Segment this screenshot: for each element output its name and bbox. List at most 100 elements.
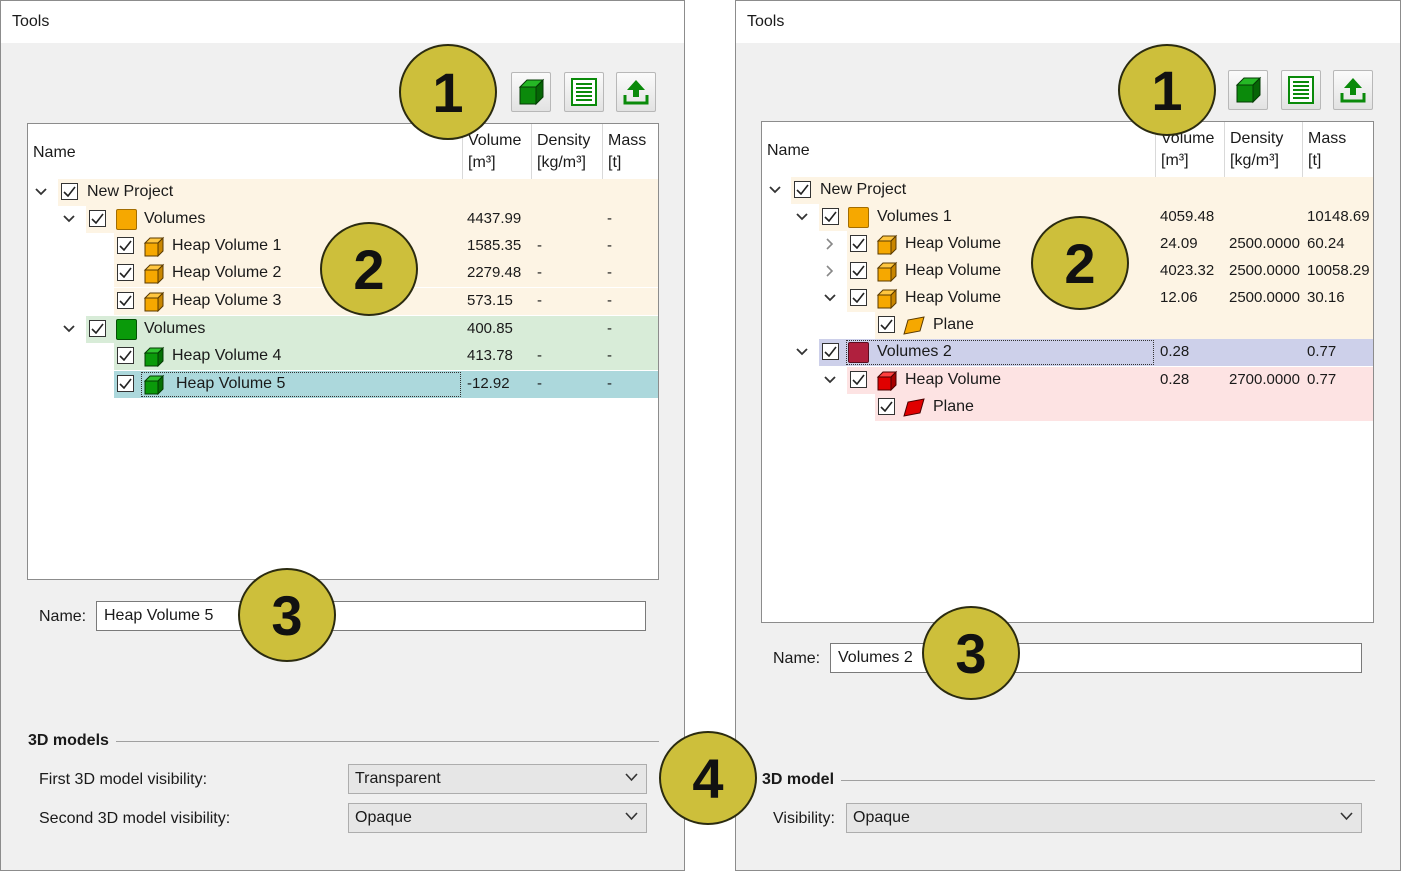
row-label: Heap Volume 3 [172,292,282,309]
export-button[interactable] [1333,70,1373,110]
row-mass: 0.77 [1307,371,1337,388]
report-button[interactable] [564,72,604,112]
tree-row-project[interactable]: New Project [762,177,1373,204]
chevron-right-icon[interactable] [822,263,838,279]
tree-row-volumes-2-selected[interactable]: Volumes 2 0.28 0.77 [762,339,1373,366]
column-density-label: Density [1230,130,1284,147]
column-density-label: Density [537,132,591,149]
chevron-down-icon[interactable] [767,182,783,198]
row-label: Heap Volume [905,289,1002,306]
column-header-density[interactable]: Density [kg/m³] [1225,122,1303,178]
annotation-badge-1: 1 [399,44,497,140]
row-label: Heap Volume 1 [172,237,282,254]
row-volume: 573.15 [467,292,513,309]
column-name-label: Name [767,142,810,159]
row-mass: 60.24 [1307,235,1345,252]
checkbox-checked-icon[interactable] [850,371,867,388]
annotation-badge-2: 2 [320,222,418,316]
checkbox-checked-icon[interactable] [89,320,106,337]
checkbox-checked-icon[interactable] [794,181,811,198]
annotation-badge-4: 4 [659,731,757,825]
first-visibility-value: Transparent [355,770,441,787]
heap-cube-icon [876,370,898,391]
chevron-down-icon[interactable] [794,209,810,225]
visibility-select[interactable]: Opaque [846,803,1362,833]
row-mass: 0.77 [1307,343,1337,360]
annotation-badge-1: 1 [1118,44,1216,136]
chevron-down-icon[interactable] [61,321,77,337]
tools-panel-right: Tools Name Volume [m³] Density [kg/m³] M… [735,0,1401,871]
row-density: - [537,347,542,364]
checkbox-checked-icon[interactable] [117,292,134,309]
checkbox-checked-icon[interactable] [61,183,78,200]
annotation-badge-3: 3 [922,606,1020,700]
tree-row-heap-volume-4[interactable]: Heap Volume 4 413.78 - - [28,343,658,370]
chevron-down-icon [625,773,638,782]
second-visibility-select[interactable]: Opaque [348,803,647,833]
row-volume: 0.28 [1160,343,1190,360]
checkbox-checked-icon[interactable] [117,264,134,281]
row-label: Volumes 2 [877,343,952,360]
cube-icon [1235,76,1262,104]
checkbox-checked-icon[interactable] [878,398,895,415]
checkbox-checked-icon[interactable] [117,237,134,254]
column-header-mass[interactable]: Mass [t] [1303,122,1373,178]
chevron-down-icon[interactable] [33,184,49,200]
tree-row-volumes-group[interactable]: Volumes 400.85 - [28,316,658,343]
checkbox-checked-icon[interactable] [850,235,867,252]
chevron-down-icon[interactable] [822,372,838,388]
checkbox-checked-icon[interactable] [850,289,867,306]
row-mass: - [607,320,612,337]
checkbox-checked-icon[interactable] [89,210,106,227]
first-visibility-select[interactable]: Transparent [348,764,647,794]
row-label: Heap Volume 5 [176,375,286,392]
add-volume-button[interactable] [511,72,551,112]
panel-header: Tools [736,1,1400,43]
report-button[interactable] [1281,70,1321,110]
row-density: 2500.0000 [1229,235,1300,252]
column-header-name[interactable]: Name [28,124,463,180]
row-volume: 12.06 [1160,289,1198,306]
first-visibility-label: First 3D model visibility: [39,771,208,788]
chevron-down-icon[interactable] [822,290,838,306]
tree-row-heap-volume[interactable]: Heap Volume 0.28 2700.0000 0.77 [762,367,1373,394]
heap-cube-icon [876,288,898,309]
heap-cube-icon [143,236,165,257]
tree-row-heap-volume-5-selected[interactable]: Heap Volume 5 -12.92 - - [28,371,658,398]
chevron-down-icon[interactable] [61,211,77,227]
column-name-label: Name [33,144,76,161]
checkbox-checked-icon[interactable] [878,316,895,333]
export-button[interactable] [616,72,656,112]
name-input[interactable]: Volumes 2 [830,643,1362,673]
volume-tree[interactable]: Name Volume [m³] Density [kg/m³] Mass [t… [27,123,659,580]
panel-title: Tools [12,13,50,30]
checkbox-checked-icon[interactable] [850,262,867,279]
name-input[interactable]: Heap Volume 5 [96,601,646,631]
checkbox-checked-icon[interactable] [822,208,839,225]
tree-row-plane[interactable]: Plane [762,394,1373,421]
plane-icon [903,398,925,417]
chevron-right-icon[interactable] [822,236,838,252]
heap-cube-icon [876,261,898,282]
row-label: Heap Volume [905,262,1002,279]
row-density: - [537,375,542,392]
volume-tree[interactable]: Name Volume [m³] Density [kg/m³] Mass [t… [761,121,1374,623]
checkbox-checked-icon[interactable] [117,347,134,364]
chevron-down-icon[interactable] [794,344,810,360]
cube-icon [518,78,545,106]
checkbox-checked-icon[interactable] [117,375,134,392]
report-icon [571,78,597,106]
column-header-density[interactable]: Density [kg/m³] [532,124,603,180]
column-header-name[interactable]: Name [762,122,1156,178]
tree-row-plane[interactable]: Plane [762,312,1373,339]
row-mass: - [607,237,612,254]
tree-row-project[interactable]: New Project [28,179,658,206]
row-density: 2500.0000 [1229,289,1300,306]
column-header-mass[interactable]: Mass [t] [603,124,658,180]
checkbox-checked-icon[interactable] [822,343,839,360]
row-volume: 24.09 [1160,235,1198,252]
add-volume-button[interactable] [1228,70,1268,110]
row-density: 2700.0000 [1229,371,1300,388]
column-volume-unit: [m³] [468,154,496,171]
heap-cube-icon [143,346,165,367]
